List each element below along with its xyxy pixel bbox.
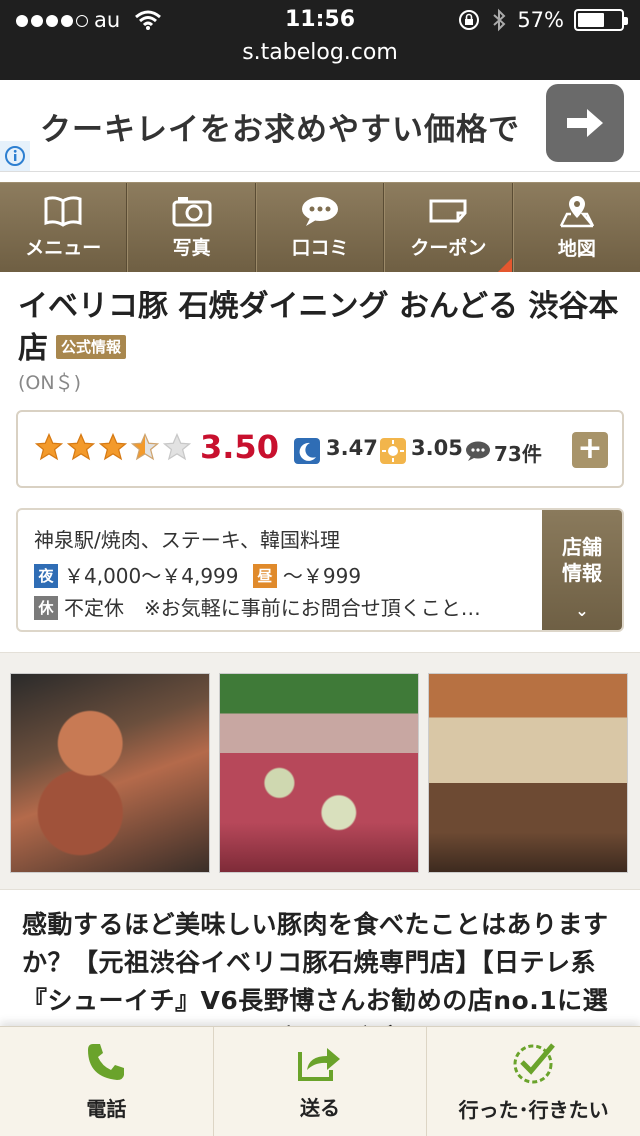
- chevron-down-icon: ⌄: [575, 601, 589, 620]
- photo-strip: [0, 652, 640, 890]
- category-line: 神泉駅/焼肉、ステーキ、韓国料理: [34, 528, 340, 552]
- lunch-tag: 昼: [252, 564, 277, 588]
- ad-text[interactable]: クーキレイをお求めやすい価格で: [40, 104, 520, 149]
- call-label: 電話: [86, 1097, 127, 1121]
- store-info-label-2: 情報: [562, 561, 602, 585]
- closed-line: 休不定休 ※お気軽に事前にお問合せ頂くこと…: [34, 592, 481, 621]
- coupon-flag-indicator: [497, 258, 512, 272]
- status-bar: au 11:56 57% s.tabelog.com: [0, 0, 640, 80]
- restaurant-nav-bar: メニュー 写真 口コミ クーポン 地図: [0, 182, 640, 272]
- photo-steak[interactable]: [10, 673, 210, 873]
- nav-photos-label: 写真: [172, 237, 211, 259]
- store-info-box[interactable]: 神泉駅/焼肉、ステーキ、韓国料理 夜 ￥4,000〜￥4,999 昼〜￥999 休…: [16, 508, 624, 632]
- store-info-label-1: 店舗: [562, 535, 602, 559]
- photo-interior[interactable]: [428, 673, 628, 873]
- lunch-price: 〜￥999: [282, 564, 362, 588]
- rotation-lock-icon: [459, 10, 480, 30]
- visited-button[interactable]: 行った･行きたい: [427, 1027, 640, 1136]
- nav-coupon-label: クーポン: [410, 237, 487, 259]
- restaurant-reading: (ON＄): [18, 372, 81, 394]
- star-rating: [34, 432, 192, 462]
- overall-score: 3.50: [200, 428, 279, 466]
- ad-info-button[interactable]: [0, 141, 30, 171]
- map-pin-icon: [559, 196, 594, 228]
- star-icon: [66, 432, 96, 461]
- night-tag: 夜: [34, 564, 58, 588]
- nav-photos[interactable]: 写真: [127, 183, 256, 272]
- address-bar-url[interactable]: s.tabelog.com: [0, 40, 640, 65]
- moon-icon: [294, 438, 320, 464]
- battery-icon: [574, 9, 628, 31]
- official-info-badge: 公式情報: [56, 335, 127, 359]
- nav-map-label: 地図: [557, 238, 596, 260]
- nav-menu-label: メニュー: [25, 237, 102, 259]
- closed-text: 不定休 ※お気軽に事前にお問合せ頂くこと…: [64, 596, 481, 620]
- review-count: 73件: [494, 442, 542, 466]
- share-button[interactable]: 送る: [214, 1027, 428, 1136]
- camera-icon: [172, 197, 212, 227]
- half-star-icon: [130, 432, 160, 461]
- ad-arrow-button[interactable]: [546, 84, 624, 162]
- sun-icon: [380, 438, 406, 464]
- battery-percent: 57%: [517, 8, 564, 32]
- nav-menu[interactable]: メニュー: [0, 183, 128, 272]
- phone-icon: [88, 1044, 125, 1080]
- day-score: 3.05: [411, 436, 463, 460]
- speech-bubble-icon: [302, 197, 339, 226]
- call-button[interactable]: 電話: [0, 1027, 214, 1136]
- ad-banner[interactable]: クーキレイをお求めやすい価格で: [0, 80, 640, 172]
- nav-reviews-label: 口コミ: [291, 237, 349, 259]
- store-info-button[interactable]: 店舗 情報 ⌄: [542, 510, 622, 630]
- star-icon: [34, 432, 64, 461]
- rating-box[interactable]: 3.50 3.47 3.05 73件 +: [16, 410, 624, 488]
- review-bubble-icon: [466, 441, 490, 461]
- nav-reviews[interactable]: 口コミ: [255, 183, 385, 272]
- bottom-toolbar: 電話 送る 行った･行きたい: [0, 1026, 640, 1136]
- share-label: 送る: [300, 1096, 340, 1120]
- empty-star-icon: [162, 432, 192, 461]
- visited-label: 行った･行きたい: [458, 1098, 609, 1122]
- closed-tag: 休: [34, 596, 58, 620]
- check-circle-icon: [513, 1043, 555, 1084]
- star-icon: [98, 432, 128, 461]
- arrow-right-icon: [567, 109, 603, 137]
- bluetooth-icon: [493, 8, 506, 32]
- nav-map[interactable]: 地図: [512, 183, 640, 272]
- price-line: 夜 ￥4,000〜￥4,999 昼〜￥999: [34, 560, 361, 589]
- restaurant-title: イベリコ豚 石焼ダイニング おんどる 渋谷本店 公式情報: [18, 286, 628, 370]
- night-price: ￥4,000〜￥4,999: [64, 564, 239, 588]
- book-icon: [44, 196, 82, 227]
- coupon-icon: [429, 199, 467, 223]
- photo-pork-grill[interactable]: [219, 673, 419, 873]
- expand-rating-button[interactable]: +: [572, 432, 608, 468]
- night-score: 3.47: [326, 436, 378, 460]
- share-icon: [298, 1048, 340, 1081]
- info-icon: [5, 146, 25, 166]
- nav-coupon[interactable]: クーポン: [384, 183, 513, 272]
